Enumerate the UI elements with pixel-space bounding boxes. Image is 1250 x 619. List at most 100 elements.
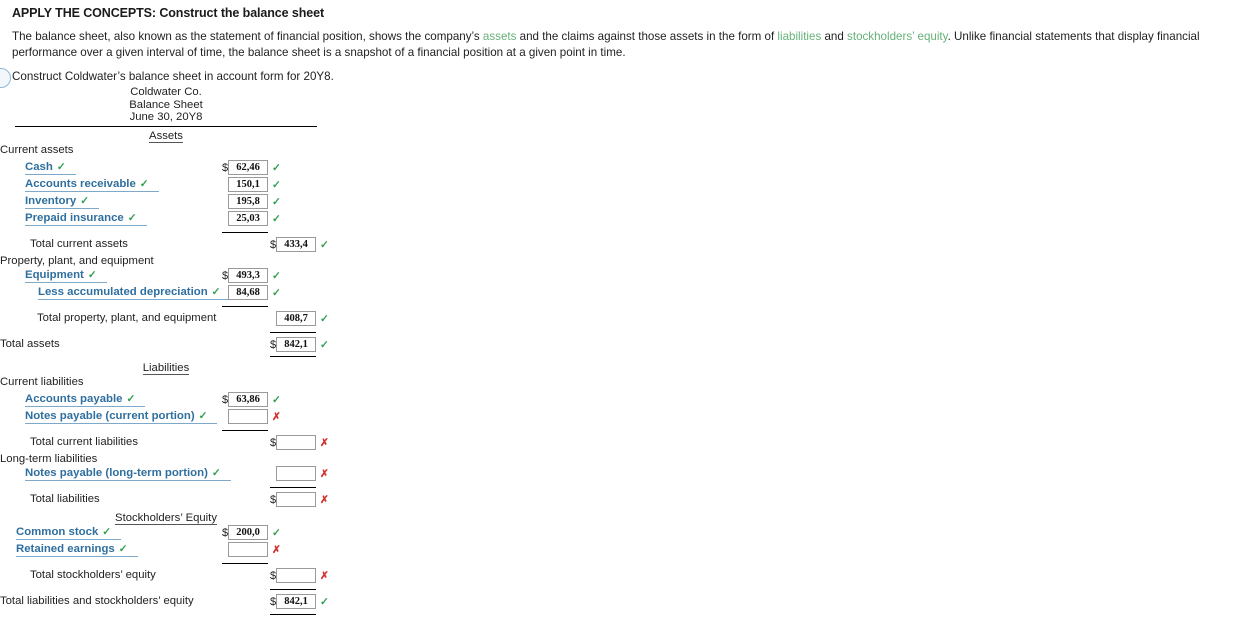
select-check-icon: ✓ [80,194,90,207]
balance-sheet: Coldwater Co. Balance Sheet June 30, 20Y… [0,86,330,619]
input-equipment[interactable] [228,268,268,284]
cell-prepaid-insurance: $ ✓ [222,211,281,227]
group-label-ppe: Property, plant, and equipment [0,254,154,267]
row-prepaid-insurance: Prepaid insurance✓ $ ✓ [0,211,330,228]
account-select-retained-earnings[interactable]: Retained earnings ✓ [16,542,138,557]
input-total-assets[interactable] [276,337,316,353]
cell-notes-payable-current: $ ✗ [222,409,281,425]
input-accounts-receivable[interactable] [228,177,268,193]
input-total-liabilities-and-equity[interactable] [276,594,316,610]
row-cash: Cash✓ $ ✓ [0,160,330,177]
account-label-cash: Cash [25,160,53,173]
select-check-icon: ✓ [126,392,136,405]
label-total-assets: Total assets [0,337,60,350]
liabilities-heading-text: Liabilities [142,361,190,375]
account-select-accounts-receivable[interactable]: Accounts receivable ✓ [25,177,159,192]
section-heading-liabilities: Liabilities [15,361,317,375]
input-common-stock[interactable] [228,525,268,541]
input-notes-payable-current[interactable] [228,409,268,425]
cell-total-ppe: $ ✓ [270,311,329,327]
label-total-liabilities: Total liabilities [30,492,100,505]
row-current-assets-group: Current assets [0,143,330,160]
term-stockholders-equity: stockholders’ equity [847,30,948,43]
section-heading-equity: Stockholders’ Equity [15,509,317,525]
cell-total-current-liabilities: $ ✗ [270,435,329,451]
grand-total-rule [270,613,316,615]
cell-less-accumulated-depreciation: $ ✓ [222,285,281,301]
cell-total-liabilities: $ ✗ [270,492,329,508]
cell-equipment: $ ✓ [222,268,281,284]
status-icon-notes-payable-long-term: ✗ [320,467,329,480]
status-icon-total-assets: ✓ [320,338,329,351]
account-select-prepaid-insurance[interactable]: Prepaid insurance ✓ [25,211,147,226]
input-cash[interactable] [228,160,268,176]
row-current-liabilities-group: Current liabilities [0,375,330,392]
account-select-notes-payable-long-term[interactable]: Notes payable (long-term portion) ✓ [25,466,231,481]
account-select-less-accumulated-depreciation[interactable]: Less accumulated depreciation ✓ [38,285,231,300]
total-assets-rule [270,355,316,357]
input-total-liabilities[interactable] [276,492,316,508]
input-accounts-payable[interactable] [228,392,268,408]
account-label-inventory: Inventory [25,194,77,207]
row-total-assets: Total assets $ ✓ [0,337,330,354]
input-total-current-liabilities[interactable] [276,435,316,451]
status-icon-less-accumulated-depreciation: ✓ [272,286,281,299]
cell-common-stock: $ ✓ [222,525,281,541]
cell-cash: $ ✓ [222,160,281,176]
cell-retained-earnings: $ ✗ [222,542,281,558]
rule-row-current-assets [0,228,330,237]
intro-text-2: and the claims against those assets in t… [516,30,778,43]
account-select-inventory[interactable]: Inventory ✓ [25,194,100,209]
account-select-accounts-payable[interactable]: Accounts payable ✓ [25,392,146,407]
cell-notes-payable-long-term: $ ✗ [270,466,329,482]
input-notes-payable-long-term[interactable] [276,466,316,482]
account-label-accounts-payable: Accounts payable [25,392,123,405]
statement-date: June 30, 20Y8 [129,111,203,124]
cell-inventory: $ ✓ [222,194,281,210]
status-icon-common-stock: ✓ [272,526,281,539]
account-select-equipment[interactable]: Equipment ✓ [25,268,107,283]
cell-accounts-payable: $ ✓ [222,392,281,408]
subtotal-rule [270,331,316,333]
group-label-current-assets: Current assets [0,143,74,156]
input-retained-earnings[interactable] [228,542,268,558]
status-icon-total-current-liabilities: ✗ [320,436,329,449]
rule-row-assets-close [0,354,330,361]
input-inventory[interactable] [228,194,268,210]
status-icon-accounts-receivable: ✓ [272,178,281,191]
instruction-text: Construct Coldwater’s balance sheet in a… [12,70,334,83]
account-label-retained-earnings: Retained earnings [16,542,115,555]
select-check-icon: ✓ [198,409,208,422]
label-total-current-assets: Total current assets [30,237,128,250]
input-total-ppe[interactable] [276,311,316,327]
status-icon-accounts-payable: ✓ [272,393,281,406]
subtotal-rule [270,588,316,590]
subtotal-rule [222,429,268,431]
equity-heading-text: Stockholders’ Equity [115,511,217,525]
assets-heading-text: Assets [149,129,183,143]
account-label-prepaid-insurance: Prepaid insurance [25,211,124,224]
input-total-current-assets[interactable] [276,237,316,253]
input-less-accumulated-depreciation[interactable] [228,285,268,301]
status-icon-retained-earnings: ✗ [272,543,281,556]
intro-text-1: The balance sheet, also known as the sta… [12,30,483,43]
subtotal-rule [222,231,268,233]
cell-total-assets: $ ✓ [270,337,329,353]
group-label-current-liabilities: Current liabilities [0,375,84,388]
term-liabilities: liabilities [777,30,822,43]
rule-row-close [0,611,330,619]
intro-text-3: and [821,30,848,43]
account-select-notes-payable-current[interactable]: Notes payable (current portion) ✓ [25,409,218,424]
select-check-icon: ✓ [127,211,137,224]
account-select-cash[interactable]: Cash ✓ [25,160,76,175]
input-total-equity[interactable] [276,568,316,584]
sheet-header: Coldwater Co. Balance Sheet June 30, 20Y… [15,86,317,125]
subtotal-rule [222,562,268,564]
rule-row-grand-total [0,585,330,594]
input-prepaid-insurance[interactable] [228,211,268,227]
label-total-equity: Total stockholders’ equity [30,568,156,581]
company-name: Coldwater Co. [130,86,202,98]
row-total-current-assets: Total current assets $ ✓ [0,237,330,254]
select-check-icon: ✓ [211,466,221,479]
account-select-common-stock[interactable]: Common stock ✓ [16,525,122,540]
